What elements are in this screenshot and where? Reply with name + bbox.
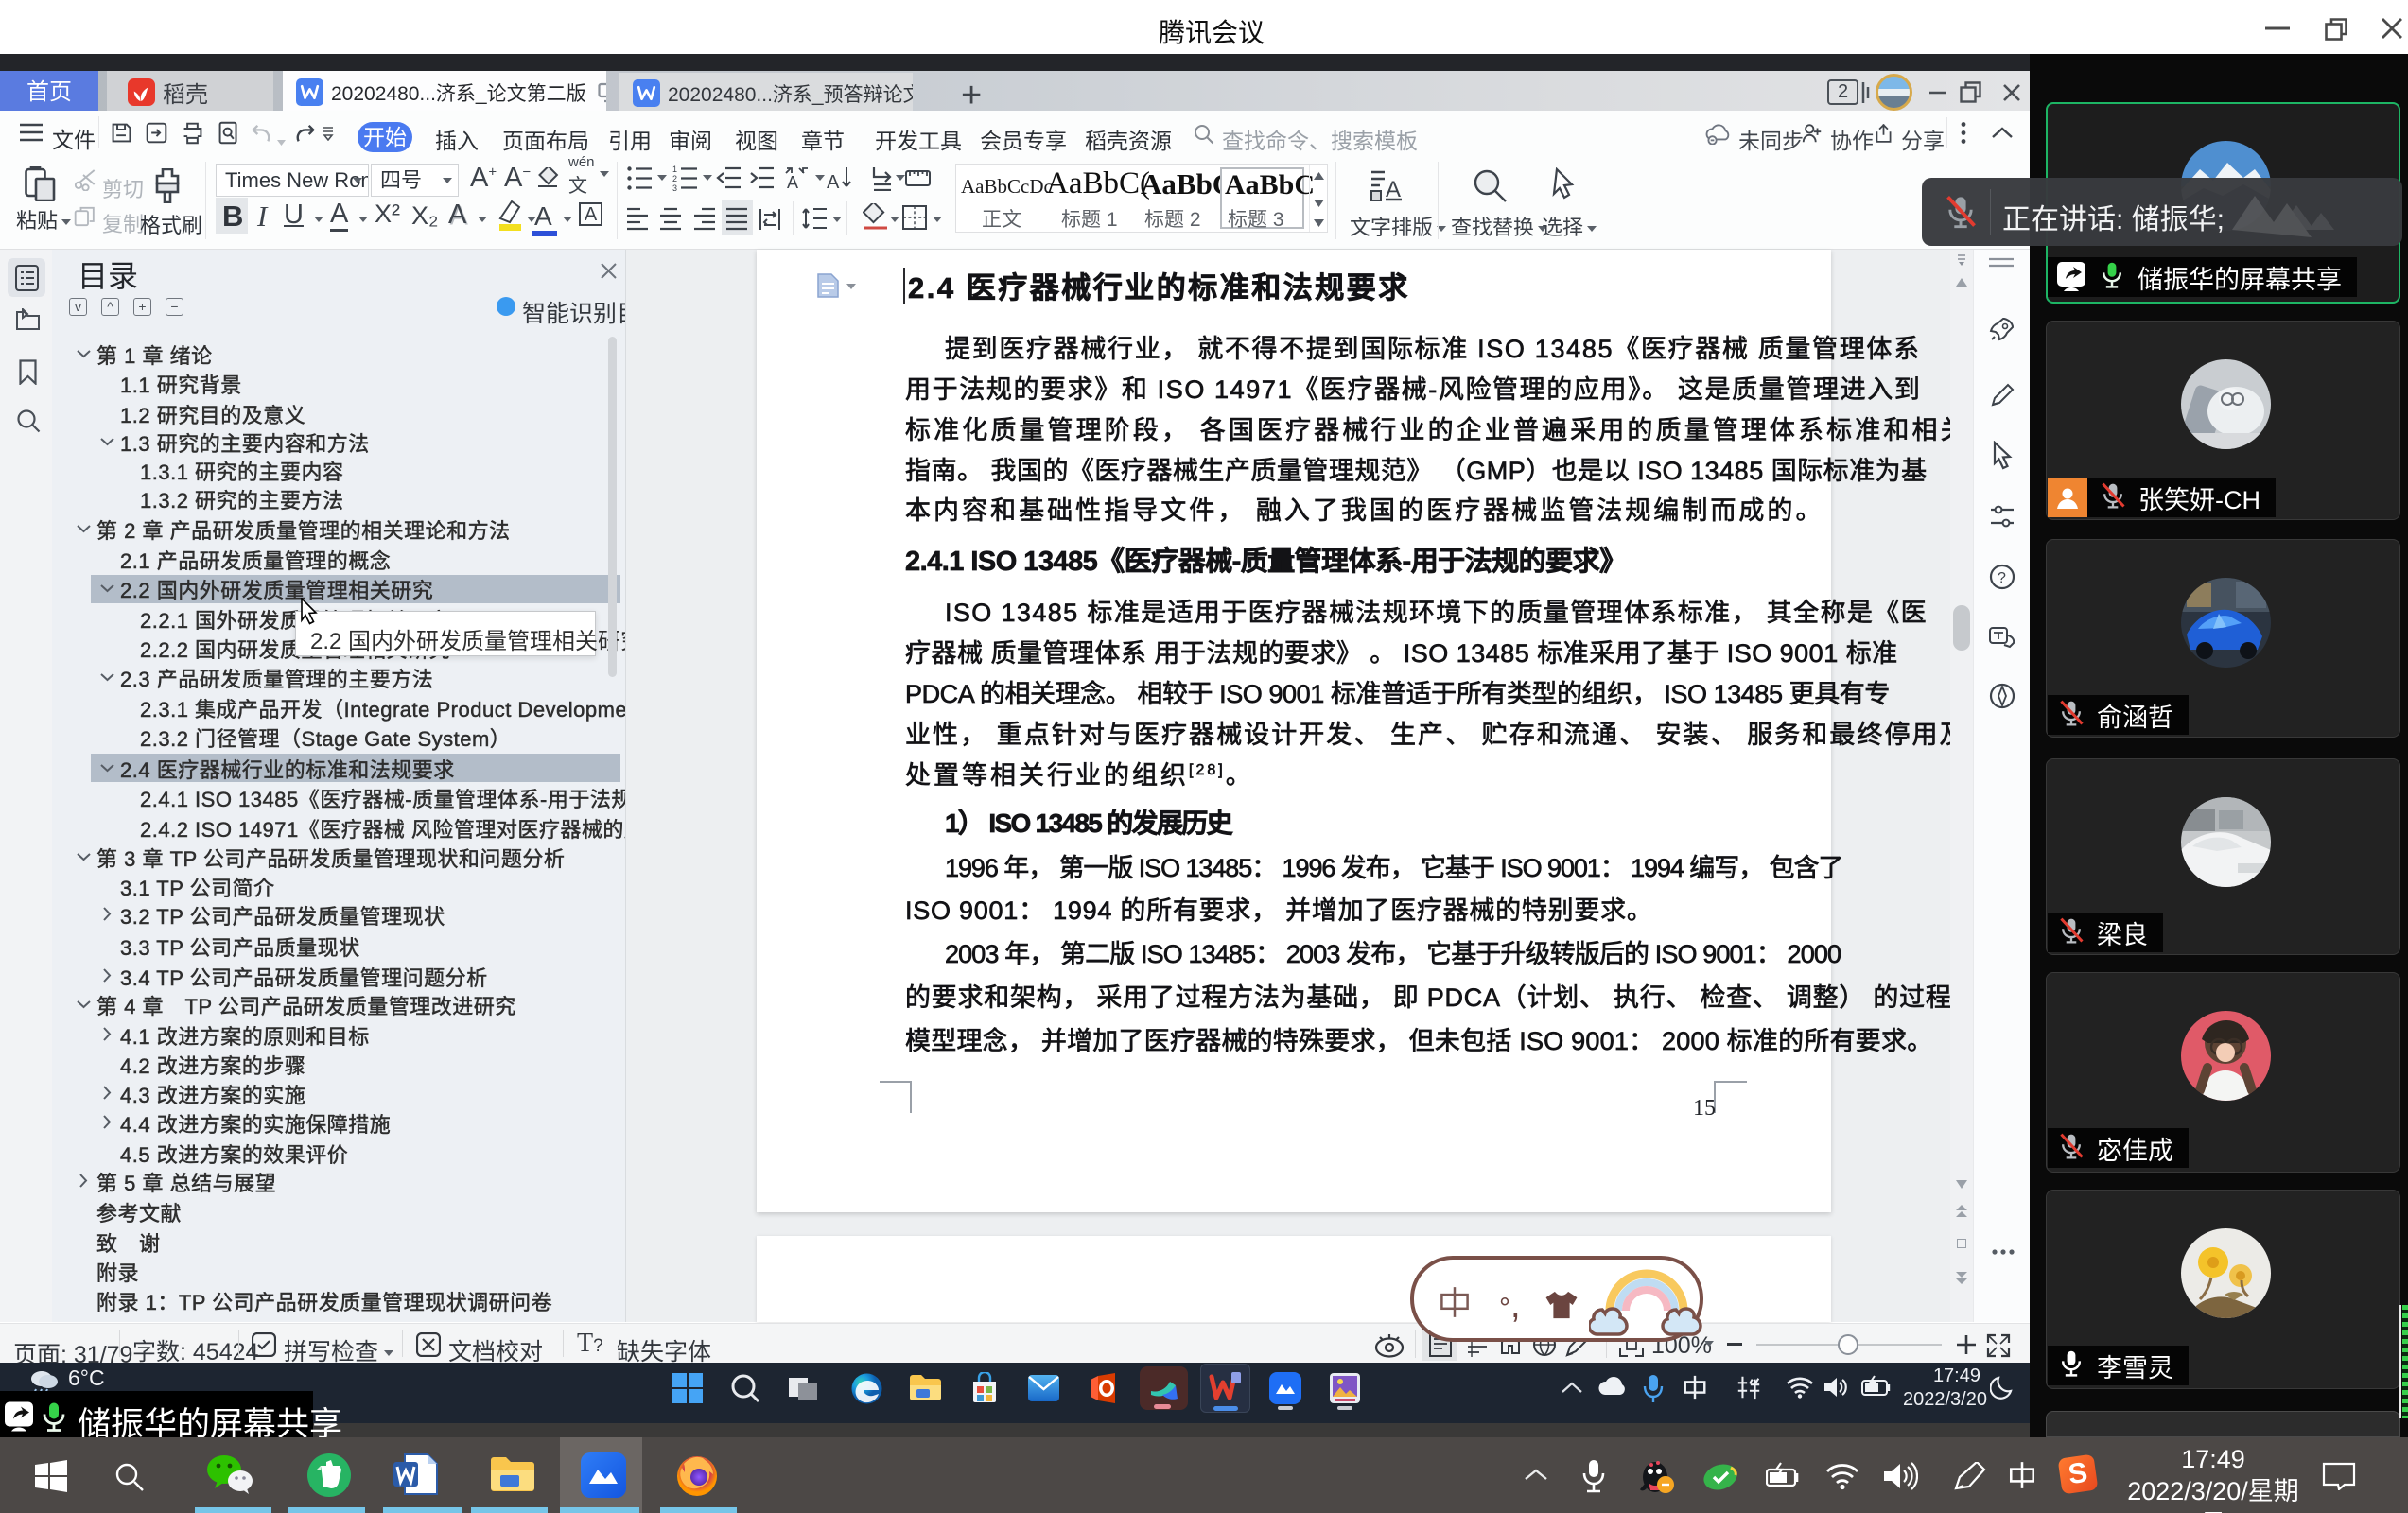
- svg-text:A: A: [787, 173, 798, 191]
- svg-text:?: ?: [1998, 570, 2006, 586]
- svg-text:2: 2: [672, 174, 677, 183]
- svg-text:A: A: [827, 172, 840, 191]
- svg-text:1: 1: [672, 165, 677, 174]
- svg-text:3: 3: [672, 183, 677, 191]
